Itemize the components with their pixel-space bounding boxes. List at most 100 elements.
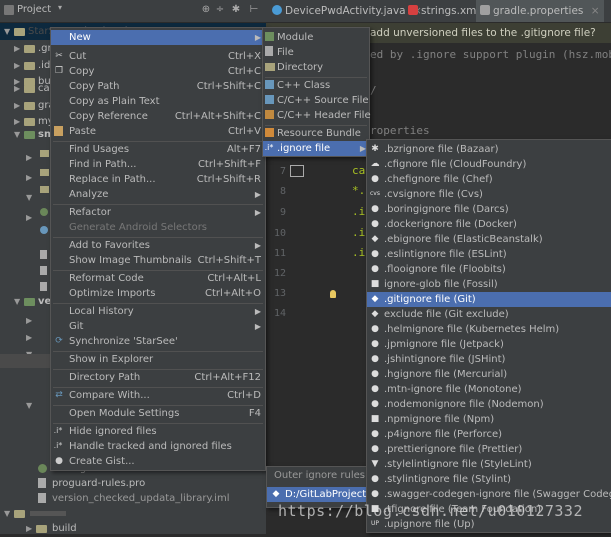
tab-device-pwd-activity[interactable]: DevicePwdActivity.java × xyxy=(272,0,422,22)
outer-ignore-path-item[interactable]: ◆ D:/GitLabProject xyxy=(267,487,369,502)
menu-item-show-image-thumbnails[interactable]: Show Image Thumbnails Ctrl+Shift+T xyxy=(51,253,261,268)
menu-item-shortcut: Ctrl+C xyxy=(227,66,261,77)
menu-item-ignore-type[interactable]: ◆ .gitignore file (Git) xyxy=(367,292,611,307)
menu-item-ignore-type[interactable]: ● .helmignore file (Kubernetes Helm) xyxy=(367,322,611,337)
menu-item-c-source[interactable]: C/C++ Source File xyxy=(263,93,369,108)
line-number: 10 xyxy=(273,228,286,239)
menu-item-label: Module xyxy=(277,32,314,43)
ignore-file-submenu: ✱ .bzrignore file (Bazaar) ☁ .cfignore file… xyxy=(366,139,611,533)
menu-item-ignore-type[interactable]: ● .eslintignore file (ESLint) xyxy=(367,247,611,262)
line-number: 8 xyxy=(279,186,286,197)
close-icon[interactable]: × xyxy=(591,5,600,17)
expand-arrow-icon: ▶ xyxy=(14,44,21,53)
menu-item-copy[interactable]: ❐ Copy Ctrl+C xyxy=(51,64,261,79)
menu-item-ignore-type[interactable]: ● .flooignore file (Floobits) xyxy=(367,262,611,277)
menu-item-ignore-type[interactable]: ● .swagger-codegen-ignore file (Swagger C… xyxy=(367,487,611,502)
menu-item-c-header[interactable]: C/C++ Header File xyxy=(263,108,371,123)
menu-item-ignore-type[interactable]: ● .mtn-ignore file (Monotone) xyxy=(367,382,611,397)
project-panel-title[interactable]: Project xyxy=(17,4,51,15)
sync-icon: ⟳ xyxy=(55,336,63,346)
menu-item-label: exclude file (Git exclude) xyxy=(384,309,509,320)
ignore-type-icon: ✱ xyxy=(371,144,379,154)
menu-item-copy-path[interactable]: Copy Path Ctrl+Shift+C xyxy=(51,79,261,94)
ignore-type-icon: ■ xyxy=(370,414,380,424)
menu-item-find-in-path[interactable]: Find in Path... Ctrl+Shift+F xyxy=(51,157,261,172)
menu-item-ignore-type[interactable]: ● .jpmignore file (Jetpack) xyxy=(367,337,611,352)
menu-item-ignore-type[interactable]: ▼ .stylelintignore file (StyleLint) xyxy=(367,457,611,472)
menu-item-hide-ignored-files[interactable]: .i* Hide ignored files xyxy=(51,424,261,439)
menu-item-ignore-type[interactable]: ● .jshintignore file (JSHint) xyxy=(367,352,611,367)
menu-item-ignore-type[interactable]: ● .stylintignore file (Stylint) xyxy=(367,472,611,487)
menu-item-cut[interactable]: ✂ Cut Ctrl+X xyxy=(51,49,261,64)
menu-item-ignore-type[interactable]: ● .boringignore file (Darcs) xyxy=(367,202,611,217)
banner-text: add unversioned files to the .gitignore … xyxy=(370,27,596,39)
folder-icon xyxy=(265,63,275,71)
menu-item-cpp-class[interactable]: C++ Class xyxy=(263,78,367,93)
menu-item-label: .helmignore file (Kubernetes Helm) xyxy=(384,324,560,335)
menu-item-handle-tracked-ignored[interactable]: .i* Handle tracked and ignored files xyxy=(51,439,261,454)
menu-item-ignore-type[interactable]: ● .hgignore file (Mercurial) xyxy=(367,367,611,382)
cpp-class-icon xyxy=(265,80,274,89)
menu-item-ignore-type[interactable]: ● .dockerignore file (Docker) xyxy=(367,217,611,232)
menu-item-ignore-type[interactable]: ◆ exclude file (Git exclude) xyxy=(367,307,611,322)
menu-item-ignore-type[interactable]: ☁ .cfignore file (CloudFoundry) xyxy=(367,157,611,172)
menu-item-file[interactable]: File xyxy=(263,45,367,60)
menu-item-synchronize[interactable]: ⟳ Synchronize 'StarSee' xyxy=(51,334,261,349)
menu-item-refactor[interactable]: Refactor ▶ xyxy=(51,205,261,220)
menu-item-find-usages[interactable]: Find Usages Alt+F7 xyxy=(51,142,261,157)
menu-item-analyze[interactable]: Analyze ▶ xyxy=(51,187,261,202)
menu-item-ignore-type[interactable]: ◆ .ebignore file (ElasticBeanstalk) xyxy=(367,232,611,247)
tab-gradle-properties[interactable]: gradle.properties × xyxy=(476,0,604,22)
menu-item-ignore-type[interactable]: cvs .cvsignore file (Cvs) xyxy=(367,187,611,202)
menu-item-ignore-type[interactable]: ✱ .bzrignore file (Bazaar) xyxy=(367,142,611,157)
sync-icon[interactable]: ⊕ xyxy=(200,4,212,16)
menu-item-optimize-imports[interactable]: Optimize Imports Ctrl+Alt+O xyxy=(51,286,261,301)
menu-item-open-module-settings[interactable]: Open Module Settings F4 xyxy=(51,406,261,421)
menu-item-generate-android-selectors[interactable]: Generate Android Selectors xyxy=(51,220,261,235)
expand-arrow-icon: ▼ xyxy=(14,130,21,139)
menu-item-label: C++ Class xyxy=(277,80,331,91)
menu-item-git[interactable]: Git ▶ xyxy=(51,319,261,334)
menu-item-module[interactable]: Module xyxy=(263,30,367,45)
menu-item-shortcut: Ctrl+D xyxy=(227,390,261,401)
menu-item-ignore-file[interactable]: .i* .ignore file ▶ xyxy=(263,141,369,156)
menu-item-add-to-favorites[interactable]: Add to Favorites ▶ xyxy=(51,238,261,253)
line-number: 7 xyxy=(279,166,286,177)
fold-icon[interactable] xyxy=(290,165,304,177)
menu-item-ignore-type[interactable]: ■ ignore-glob file (Fossil) xyxy=(367,277,611,292)
menu-item-local-history[interactable]: Local History ▶ xyxy=(51,304,261,319)
menu-item-reformat-code[interactable]: Reformat Code Ctrl+Alt+L xyxy=(51,271,261,286)
collapse-icon[interactable]: ÷ xyxy=(214,4,226,16)
menu-item-copy-plain-text[interactable]: Copy as Plain Text xyxy=(51,94,261,109)
menu-item-resource-bundle[interactable]: Resource Bundle xyxy=(263,126,367,141)
menu-item-directory-path[interactable]: Directory Path Ctrl+Alt+F12 xyxy=(51,370,261,385)
menu-item-ignore-type[interactable]: ● .nodemonignore file (Nodemon) xyxy=(367,397,611,412)
menu-item-paste[interactable]: Paste Ctrl+V xyxy=(51,124,261,139)
menu-item-label: Copy xyxy=(69,66,95,77)
menu-item-ignore-type[interactable]: ● .p4ignore file (Perforce) xyxy=(367,427,611,442)
menu-item-create-gist[interactable]: ● Create Gist... xyxy=(51,454,261,469)
ignore-type-icon: ● xyxy=(371,324,379,334)
menu-item-ignore-type[interactable]: ● .prettierignore file (Prettier) xyxy=(367,442,611,457)
menu-item-label: Copy Path xyxy=(69,81,120,92)
hide-panel-icon[interactable]: ⊢ xyxy=(248,4,260,16)
menu-item-compare-with[interactable]: ⇄ Compare With... Ctrl+D xyxy=(51,388,261,403)
menu-item-ignore-type[interactable]: ● .chefignore file (Chef) xyxy=(367,172,611,187)
expand-arrow-icon: ▶ xyxy=(14,101,21,110)
lightbulb-icon[interactable] xyxy=(330,290,336,298)
file-icon xyxy=(38,478,46,488)
menu-item-ignore-type[interactable]: ■ .npmignore file (Npm) xyxy=(367,412,611,427)
menu-item-directory[interactable]: Directory xyxy=(263,60,367,75)
android-icon xyxy=(40,208,48,216)
menu-item-label: Open Module Settings xyxy=(69,408,180,419)
menu-item-label: Cut xyxy=(69,51,87,62)
github-icon: ● xyxy=(55,456,63,466)
menu-item-replace-in-path[interactable]: Replace in Path... Ctrl+Shift+R xyxy=(51,172,261,187)
file-icon xyxy=(38,493,46,503)
project-panel-header: Project ▾ ⊕ ÷ ✱ ⊢ xyxy=(0,0,266,23)
gear-icon[interactable]: ✱ xyxy=(230,4,242,16)
chevron-down-icon[interactable]: ▾ xyxy=(58,3,62,12)
menu-item-new[interactable]: New ▶ xyxy=(51,30,265,45)
menu-item-show-in-explorer[interactable]: Show in Explorer xyxy=(51,352,261,367)
menu-item-copy-reference[interactable]: Copy Reference Ctrl+Alt+Shift+C xyxy=(51,109,261,124)
